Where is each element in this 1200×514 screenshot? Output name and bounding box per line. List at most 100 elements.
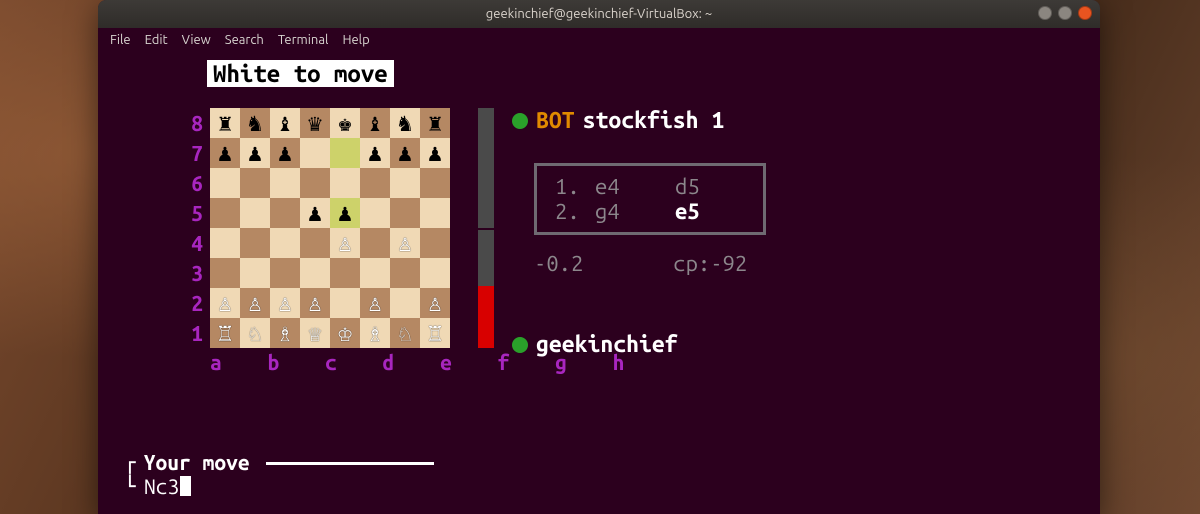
box-line-icon — [266, 462, 434, 465]
board-square: ♙ — [390, 228, 420, 258]
board-square — [360, 168, 390, 198]
rank-label: 6 — [189, 168, 203, 198]
board-square — [300, 258, 330, 288]
chess-piece-icon: ♟ — [398, 141, 412, 165]
online-dot-icon — [512, 113, 528, 129]
board-square: ♖ — [420, 318, 450, 348]
board-square — [330, 168, 360, 198]
board-square: ♖ — [210, 318, 240, 348]
move-row: 1.e4d5 — [555, 174, 745, 199]
chess-piece-icon: ♘ — [248, 321, 262, 345]
move-row: 2.g4e5 — [555, 199, 745, 224]
chess-piece-icon: ♟ — [308, 201, 322, 225]
chess-piece-icon: ♟ — [368, 141, 382, 165]
prompt-label: Your move — [136, 450, 258, 474]
board-square: ♙ — [270, 288, 300, 318]
board-square: ♙ — [240, 288, 270, 318]
chess-piece-icon: ♟ — [338, 201, 352, 225]
board-square: ♛ — [300, 108, 330, 138]
white-move: e4 — [595, 174, 665, 199]
board-square: ♝ — [270, 108, 300, 138]
terminal-body[interactable]: White to move 87654321 ♜♞♝♛♚♝♞♜♟♟♟♟♟♟♟♟♙… — [98, 52, 1100, 514]
board-square — [360, 258, 390, 288]
board-square — [270, 228, 300, 258]
chess-piece-icon: ♙ — [308, 291, 322, 315]
rank-label: 5 — [189, 198, 203, 228]
chess-piece-icon: ♚ — [338, 111, 352, 135]
rank-label: 4 — [189, 228, 203, 258]
move-input[interactable]: Nc3 — [144, 474, 179, 498]
chess-piece-icon: ♟ — [278, 141, 292, 165]
board-square — [360, 228, 390, 258]
menu-terminal[interactable]: Terminal — [278, 33, 329, 47]
chess-piece-icon: ♟ — [248, 141, 262, 165]
board-square: ♞ — [390, 108, 420, 138]
rank-labels: 87654321 — [189, 108, 203, 348]
board-square: ♘ — [240, 318, 270, 348]
board-square — [420, 258, 450, 288]
online-dot-icon — [512, 337, 528, 353]
bottom-player-row: geekinchief — [512, 332, 678, 357]
menu-search[interactable]: Search — [225, 33, 264, 47]
board-square: ♚ — [330, 108, 360, 138]
titlebar[interactable]: geekinchief@geekinchief-VirtualBox: ~ — [98, 0, 1100, 28]
turn-status: White to move — [207, 60, 394, 87]
chess-piece-icon: ♙ — [278, 291, 292, 315]
board-square — [210, 198, 240, 228]
prompt-area: ┌ Your move └ Nc3 — [124, 450, 434, 498]
chess-piece-icon: ♗ — [278, 321, 292, 345]
minimize-button[interactable] — [1038, 6, 1052, 20]
board-square — [420, 198, 450, 228]
bot-tag: BOT — [536, 108, 575, 133]
board-square — [210, 168, 240, 198]
board-square — [330, 258, 360, 288]
rank-label: 1 — [189, 318, 203, 348]
board-square: ♙ — [420, 288, 450, 318]
board-square: ♘ — [390, 318, 420, 348]
info-area: BOT stockfish 1 1.e4d52.g4e5 -0.2 cp:-92 — [512, 108, 766, 276]
box-corner-icon: └ — [124, 474, 144, 498]
chess-piece-icon: ♗ — [368, 321, 382, 345]
board-square: ♜ — [210, 108, 240, 138]
board-square — [330, 288, 360, 318]
top-player-row: BOT stockfish 1 — [512, 108, 766, 133]
board-square: ♟ — [300, 198, 330, 228]
menu-file[interactable]: File — [110, 33, 131, 47]
rank-label: 2 — [189, 288, 203, 318]
board-square: ♗ — [360, 318, 390, 348]
eval-line: -0.2 cp:-92 — [534, 251, 766, 276]
board-square: ♟ — [330, 198, 360, 228]
chess-piece-icon: ♜ — [218, 111, 232, 135]
board-square: ♟ — [270, 138, 300, 168]
rank-label: 3 — [189, 258, 203, 288]
board-square — [330, 138, 360, 168]
bottom-player-name: geekinchief — [536, 332, 678, 357]
moves-box: 1.e4d52.g4e5 — [534, 163, 766, 235]
chess-piece-icon: ♜ — [428, 111, 442, 135]
board-square: ♟ — [240, 138, 270, 168]
board-square — [210, 258, 240, 288]
close-button[interactable] — [1078, 6, 1092, 20]
board-square — [390, 288, 420, 318]
chess-piece-icon: ♙ — [338, 231, 352, 255]
eval-cp: cp:-92 — [673, 251, 747, 276]
rank-label: 7 — [189, 138, 203, 168]
board-square — [300, 168, 330, 198]
board-square: ♟ — [360, 138, 390, 168]
board-square: ♗ — [270, 318, 300, 348]
window-title: geekinchief@geekinchief-VirtualBox: ~ — [486, 7, 712, 21]
menu-view[interactable]: View — [182, 33, 211, 47]
black-move: d5 — [675, 174, 745, 199]
white-move: g4 — [595, 199, 665, 224]
menubar: File Edit View Search Terminal Help — [98, 28, 1100, 52]
menu-edit[interactable]: Edit — [145, 33, 168, 47]
top-player-name: stockfish 1 — [583, 108, 725, 133]
board-square — [420, 228, 450, 258]
menu-help[interactable]: Help — [342, 33, 369, 47]
board-square — [360, 198, 390, 228]
board-square — [390, 258, 420, 288]
board-square: ♟ — [390, 138, 420, 168]
maximize-button[interactable] — [1058, 6, 1072, 20]
board-square — [270, 198, 300, 228]
board-square — [270, 258, 300, 288]
